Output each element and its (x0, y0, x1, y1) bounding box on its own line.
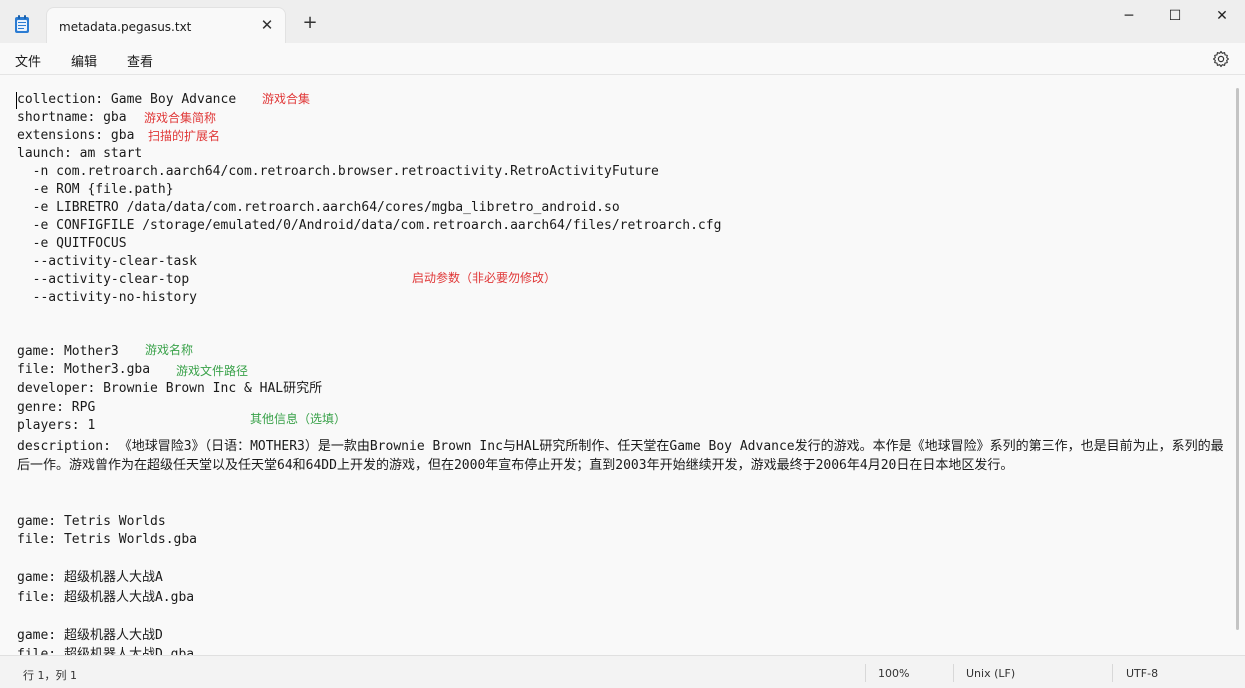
cursor-position: 行 1，列 1 (23, 669, 77, 682)
text-line: -e QUITFOCUS (17, 236, 127, 251)
annotation-collection: 游戏合集 (262, 92, 311, 106)
annotation-extensions: 扫描的扩展名 (148, 129, 221, 143)
text-line: game: 超级机器人大战A (17, 570, 163, 585)
text-line: game: 超级机器人大战D (17, 628, 163, 643)
text-line: file: Mother3.gba (17, 362, 151, 377)
text-line: extensions: gba (17, 128, 135, 143)
text-line: file: 超级机器人大战D.gba (17, 647, 195, 655)
maximize-button[interactable]: ☐ (1152, 0, 1198, 32)
text-line: -e CONFIGFILE /storage/emulated/0/Androi… (17, 218, 722, 233)
text-line: --activity-clear-top (17, 272, 190, 287)
gear-icon[interactable] (1212, 50, 1230, 68)
annotation-other: 其他信息（选填） (250, 412, 347, 426)
menu-view[interactable]: 查看 (127, 51, 153, 70)
text-line: file: Tetris Worlds.gba (17, 532, 198, 547)
menu-bar: 文件 编辑 查看 (0, 43, 1245, 75)
zoom-level: 100% (878, 667, 910, 680)
text-line: collection: Game Boy Advance (17, 92, 237, 107)
annotation-game: 游戏名称 (145, 343, 194, 357)
text-line: developer: Brownie Brown Inc & HAL研究所 (17, 381, 323, 396)
text-line: -n com.retroarch.aarch64/com.retroarch.b… (17, 164, 659, 179)
text-line: genre: RPG (17, 400, 96, 415)
text-line: game: Mother3 (17, 344, 119, 359)
text-line: launch: am start (17, 146, 143, 161)
encoding: UTF-8 (1126, 667, 1159, 680)
title-bar: metadata.pegasus.txt ✕ + ─ ☐ ✕ (0, 0, 1245, 43)
annotation-file: 游戏文件路径 (176, 364, 249, 378)
minimize-button[interactable]: ─ (1106, 0, 1152, 32)
status-separator (953, 664, 954, 682)
description-text: description: 《地球冒险3》（日语：MOTHER3）是一款由Brow… (17, 439, 1224, 473)
close-window-button[interactable]: ✕ (1199, 0, 1245, 32)
text-line: --activity-no-history (17, 290, 198, 305)
text-line: -e ROM {file.path} (17, 182, 174, 197)
notepad-icon (15, 15, 29, 33)
annotation-shortname: 游戏合集简称 (144, 111, 217, 125)
menu-edit[interactable]: 编辑 (71, 51, 97, 70)
tab-title: metadata.pegasus.txt (59, 20, 192, 34)
close-tab-icon[interactable]: ✕ (259, 17, 275, 33)
vertical-scrollbar[interactable] (1236, 88, 1239, 630)
tab-metadata[interactable]: metadata.pegasus.txt ✕ (46, 7, 286, 43)
text-line: file: 超级机器人大战A.gba (17, 590, 195, 605)
text-line: game: Tetris Worlds (17, 514, 166, 529)
menu-file[interactable]: 文件 (15, 51, 41, 70)
status-bar: 行 1，列 1 100% Unix (LF) UTF-8 (0, 655, 1245, 688)
status-separator (1112, 664, 1113, 682)
annotation-launch: 启动参数（非必要勿修改） (412, 271, 557, 285)
text-line: players: 1 (17, 418, 96, 433)
text-line: --activity-clear-task (17, 254, 198, 269)
status-separator (865, 664, 866, 682)
line-ending: Unix (LF) (966, 667, 1016, 680)
text-line: shortname: gba (17, 110, 127, 125)
text-line: -e LIBRETRO /data/data/com.retroarch.aar… (17, 200, 620, 215)
new-tab-button[interactable]: + (301, 14, 319, 32)
